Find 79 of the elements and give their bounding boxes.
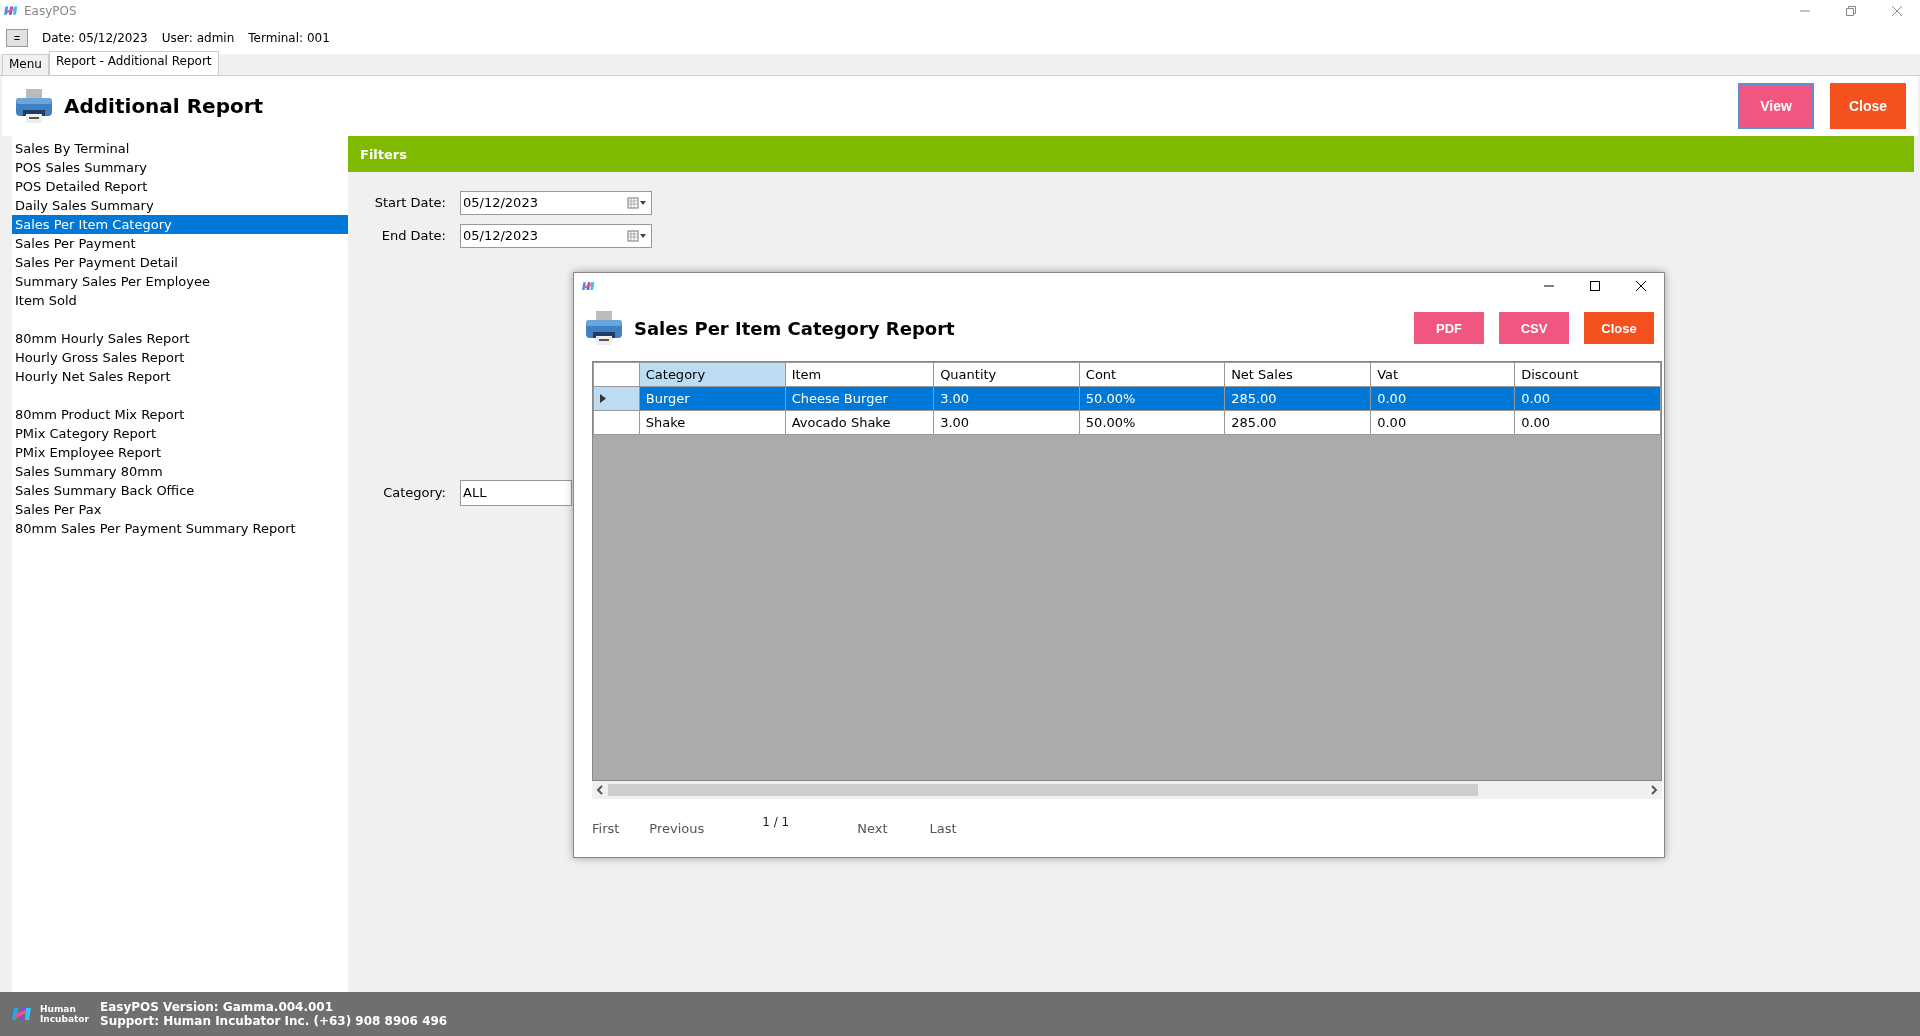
column-header[interactable]: Vat xyxy=(1370,362,1515,387)
column-header[interactable]: Item xyxy=(785,362,934,387)
report-item[interactable]: Item Sold xyxy=(12,291,348,310)
company-logo-text: Human Incubator xyxy=(40,1004,90,1024)
terminal-label: Terminal: 001 xyxy=(248,31,330,45)
table-cell: 3.00 xyxy=(933,410,1080,435)
report-item[interactable]: Hourly Gross Sales Report xyxy=(12,348,348,367)
next-page-link[interactable]: Next xyxy=(857,820,888,836)
column-header[interactable]: Quantity xyxy=(933,362,1080,387)
report-item[interactable]: Summary Sales Per Employee xyxy=(12,272,348,291)
column-header[interactable]: Cont xyxy=(1079,362,1225,387)
date-label: End Date: xyxy=(380,228,447,243)
row-selector[interactable] xyxy=(593,410,640,435)
app-logo-icon xyxy=(582,280,595,292)
date-label: Date: 05/12/2023 xyxy=(42,31,148,45)
restore-icon[interactable] xyxy=(1846,6,1856,16)
report-item[interactable]: 80mm Product Mix Report xyxy=(12,405,348,424)
table-cell: 0.00 xyxy=(1370,410,1515,435)
report-item[interactable]: Daily Sales Summary xyxy=(12,196,348,215)
report-item[interactable]: Sales Summary Back Office xyxy=(12,481,348,500)
report-item[interactable]: POS Sales Summary xyxy=(12,158,348,177)
table-cell: 285.00 xyxy=(1224,386,1371,411)
app-logo-icon xyxy=(4,5,18,17)
table-cell: Cheese Burger xyxy=(785,386,934,411)
report-item[interactable]: Hourly Net Sales Report xyxy=(12,367,348,386)
tab[interactable]: Menu xyxy=(2,54,49,75)
printer-icon xyxy=(584,308,624,348)
report-item[interactable]: POS Detailed Report xyxy=(12,177,348,196)
date-field[interactable]: 05/12/2023 xyxy=(460,190,652,215)
report-item[interactable]: 80mm Sales Per Payment Summary Report xyxy=(12,519,348,538)
user-label: User: admin xyxy=(161,31,235,45)
calendar-dropdown-icon[interactable] xyxy=(627,229,647,242)
scroll-left-icon[interactable] xyxy=(596,785,604,795)
company-logo-icon xyxy=(12,1006,32,1022)
table-cell: Avocado Shake xyxy=(785,410,934,435)
calendar-dropdown-icon[interactable] xyxy=(627,196,647,209)
report-item[interactable]: Sales Per Pax xyxy=(12,500,348,519)
table-cell: 0.00 xyxy=(1514,410,1661,435)
last-page-link[interactable]: Last xyxy=(929,820,957,836)
first-page-link[interactable]: First xyxy=(592,820,620,836)
table-cell: Shake xyxy=(639,410,786,435)
table-cell: 285.00 xyxy=(1224,410,1371,435)
row-pointer-icon xyxy=(600,394,606,403)
report-item[interactable]: PMix Employee Report xyxy=(12,443,348,462)
column-header[interactable]: Net Sales xyxy=(1224,362,1371,387)
table-cell: 0.00 xyxy=(1370,386,1515,411)
printer-icon xyxy=(14,86,54,126)
report-item[interactable]: Sales Per Payment Detail xyxy=(12,253,348,272)
table-cell: 50.00% xyxy=(1079,410,1225,435)
filters-header: Filters xyxy=(348,136,1914,172)
report-item[interactable]: PMix Category Report xyxy=(12,424,348,443)
column-header[interactable]: Discount xyxy=(1514,362,1661,387)
category-field[interactable]: ALL xyxy=(460,479,572,506)
report-item[interactable]: Sales Summary 80mm xyxy=(12,462,348,481)
menu-button[interactable]: = xyxy=(6,29,28,47)
table-cell: 50.00% xyxy=(1079,386,1225,411)
date-field[interactable]: 05/12/2023 xyxy=(460,223,652,248)
report-item[interactable]: Sales By Terminal xyxy=(12,139,348,158)
page-indicator: 1 / 1 xyxy=(762,815,790,829)
date-label: Start Date: xyxy=(373,195,447,210)
dialog-title: Sales Per Item Category Report xyxy=(634,317,956,339)
version-text: EasyPOS Version: Gamma.004.001 xyxy=(100,1000,335,1014)
maximize-icon[interactable] xyxy=(1590,281,1600,291)
table-cell: 0.00 xyxy=(1514,386,1661,411)
row-selector[interactable] xyxy=(593,386,640,411)
report-item[interactable]: Sales Per Item Category xyxy=(12,215,348,234)
window-title: EasyPOS xyxy=(24,4,78,18)
page-title: Additional Report xyxy=(64,94,265,118)
support-text: Support: Human Incubator Inc. (+63) 908 8906 496 xyxy=(100,1014,448,1028)
close-icon[interactable] xyxy=(1636,281,1646,291)
report-item[interactable]: 80mm Hourly Sales Report xyxy=(12,329,348,348)
category-label: Category: xyxy=(382,485,447,500)
report-item[interactable]: Sales Per Payment xyxy=(12,234,348,253)
table-cell: 3.00 xyxy=(933,386,1080,411)
tab[interactable]: Report - Additional Report xyxy=(48,51,219,75)
table-cell: Burger xyxy=(639,386,786,411)
previous-page-link[interactable]: Previous xyxy=(649,820,705,836)
scroll-right-icon[interactable] xyxy=(1650,785,1658,795)
column-header[interactable]: Category xyxy=(639,362,786,387)
